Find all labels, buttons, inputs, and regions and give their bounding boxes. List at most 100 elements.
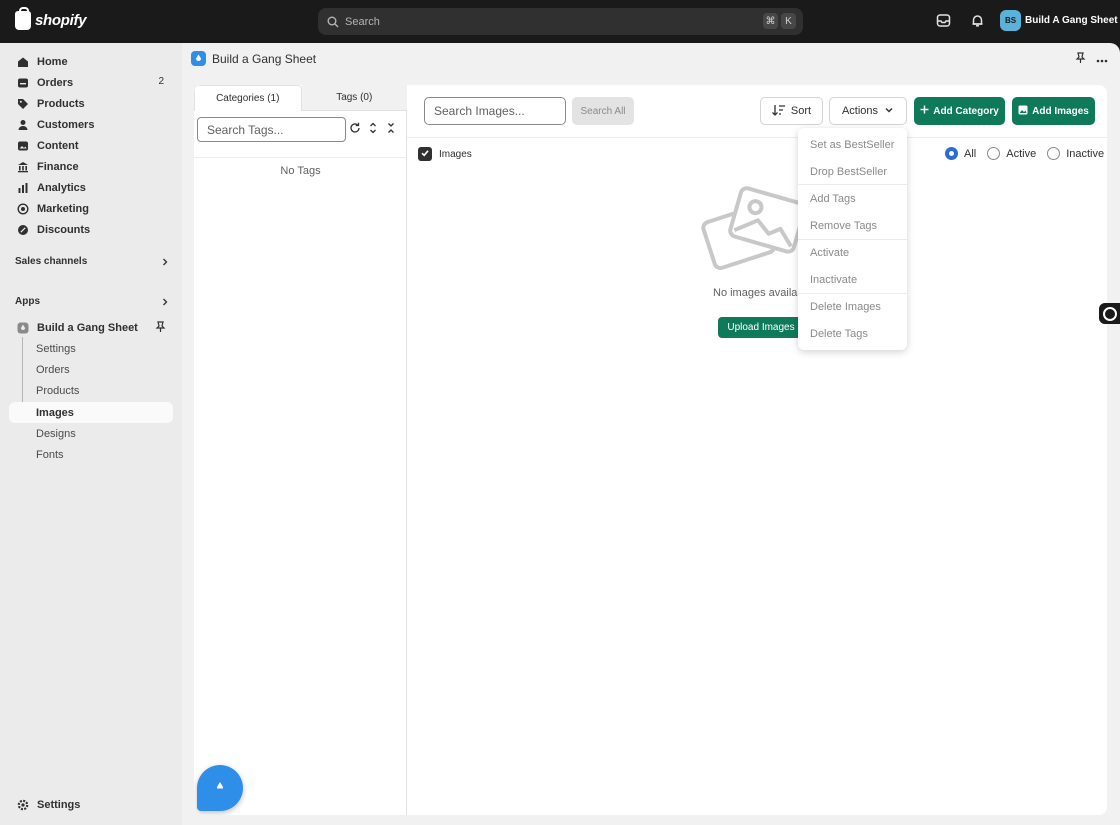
inbox-icon[interactable] [936,13,952,29]
bank-icon [17,161,29,173]
sidebar-item-build-a-gang-sheet[interactable]: Build a Gang Sheet [9,317,173,338]
admin-main: Home Orders 2 Products Customers Content… [0,43,1120,825]
more-options-icon[interactable] [1096,54,1108,66]
sidebar-item-label: Home [37,55,68,68]
menu-item-remove-tags[interactable]: Remove Tags [798,212,907,239]
menu-item-delete-images[interactable]: Delete Images [798,293,907,320]
page-title: Build a Gang Sheet [212,51,317,66]
sidebar-item-discounts[interactable]: Discounts [9,219,173,240]
sidebar-item-label: Customers [37,118,95,131]
pin-icon[interactable] [1075,52,1086,67]
category-tag-tabs: Categories (1) Tags (0) [194,85,407,111]
sidebar-subitem-products[interactable]: Products [9,380,173,401]
sidebar-item-finance[interactable]: Finance [9,156,173,177]
refresh-icon[interactable] [349,122,361,137]
sidebar-item-label: Analytics [37,181,86,194]
actions-dropdown-menu: Set as BestSeller Drop BestSeller Add Ta… [798,128,907,350]
menu-item-activate[interactable]: Activate [798,239,907,266]
shopify-wordmark: shopify [35,12,87,29]
sidebar-subitem-fonts[interactable]: Fonts [9,444,173,465]
sidebar: Home Orders 2 Products Customers Content… [0,43,182,825]
store-avatar: BS [1000,10,1021,31]
sales-channels-heading[interactable]: Sales channels [15,256,87,267]
sidebar-item-settings[interactable]: Settings [9,794,173,815]
radio-active[interactable] [987,147,1001,160]
person-icon [17,119,29,131]
divider [194,157,407,158]
chevron-right-icon[interactable] [160,257,170,270]
menu-item-drop-bestseller[interactable]: Drop BestSeller [798,158,907,185]
shortcut-hint: ⌘ K [763,13,796,29]
actions-button[interactable]: Actions [829,97,907,125]
discount-icon [17,224,29,236]
tab-categories[interactable]: Categories (1) [194,85,302,111]
search-placeholder: Search [345,15,380,28]
add-images-label: Add Images [1032,105,1089,117]
empty-state-message: No images availab [713,287,804,299]
orders-count-badge: 2 [158,76,164,87]
sidebar-item-label: Products [37,97,85,110]
collapse-icon[interactable] [385,122,397,137]
top-bar: shopify Search ⌘ K BS Build A Gang Sheet [0,0,1120,43]
expand-icon[interactable] [367,122,379,137]
select-all-row: Images [418,147,472,161]
sort-button[interactable]: Sort [760,97,823,125]
side-widget-tab[interactable] [1099,303,1120,324]
content-icon [17,140,29,152]
store-switcher[interactable]: BS Build A Gang Sheet [1000,10,1118,31]
menu-item-set-bestseller[interactable]: Set as BestSeller [798,131,907,158]
tag-tools [349,122,397,137]
chevron-right-icon[interactable] [160,297,170,310]
app-panel: Categories (1) Tags (0) No Tags Search A… [194,85,1107,815]
images-column: Search All Sort Actions Add Category Add… [407,85,1107,815]
sidebar-subitem-settings[interactable]: Settings [9,338,173,359]
tab-tags[interactable]: Tags (0) [301,85,407,111]
sort-icon [771,104,786,119]
upload-images-button[interactable]: Upload Images [718,317,804,338]
plus-icon [920,105,929,117]
image-icon [1018,105,1028,118]
sidebar-item-orders[interactable]: Orders 2 [9,72,173,93]
sidebar-item-label: Marketing [37,202,89,215]
menu-item-add-tags[interactable]: Add Tags [798,185,907,212]
tags-column: Categories (1) Tags (0) No Tags [194,85,407,815]
radio-inactive[interactable] [1047,147,1061,160]
image-search-input[interactable] [424,97,566,125]
menu-item-inactivate[interactable]: Inactivate [798,266,907,293]
select-all-checkbox[interactable] [418,147,432,161]
app-header: Build a Gang Sheet [191,51,316,66]
radio-inactive-label: Inactive [1066,147,1105,160]
pin-icon[interactable] [155,321,166,336]
sort-label: Sort [790,105,812,117]
shopify-logo[interactable]: shopify [15,7,87,30]
select-all-label: Images [439,148,472,160]
tag-search-input[interactable] [197,117,346,142]
sidebar-subitem-designs[interactable]: Designs [9,423,173,444]
add-category-button[interactable]: Add Category [914,97,1005,125]
radio-all[interactable] [945,147,958,160]
status-filter: All Active Inactive [945,147,1107,160]
menu-item-delete-tags[interactable]: Delete Tags [798,320,907,347]
sidebar-item-content[interactable]: Content [9,135,173,156]
store-name: Build A Gang Sheet [1025,15,1118,26]
apps-heading[interactable]: Apps [15,296,40,307]
sidebar-subitem-orders[interactable]: Orders [9,359,173,380]
chat-launcher-button[interactable] [197,765,243,811]
bell-icon[interactable] [970,13,986,29]
actions-label: Actions [841,105,879,117]
sidebar-item-marketing[interactable]: Marketing [9,198,173,219]
sidebar-item-products[interactable]: Products [9,93,173,114]
orders-icon [17,77,29,89]
search-all-button[interactable]: Search All [572,97,634,125]
radio-all-label: All [964,147,977,160]
sidebar-item-home[interactable]: Home [9,51,173,72]
shopify-bag-icon [15,7,31,30]
sidebar-item-analytics[interactable]: Analytics [9,177,173,198]
add-images-button[interactable]: Add Images [1012,97,1095,125]
sidebar-subitem-images[interactable]: Images [9,402,173,423]
search-icon [327,16,339,28]
radio-active-label: Active [1006,147,1037,160]
sidebar-item-customers[interactable]: Customers [9,114,173,135]
global-search-bar[interactable]: Search ⌘ K [318,8,803,35]
chevron-down-icon [884,105,894,118]
